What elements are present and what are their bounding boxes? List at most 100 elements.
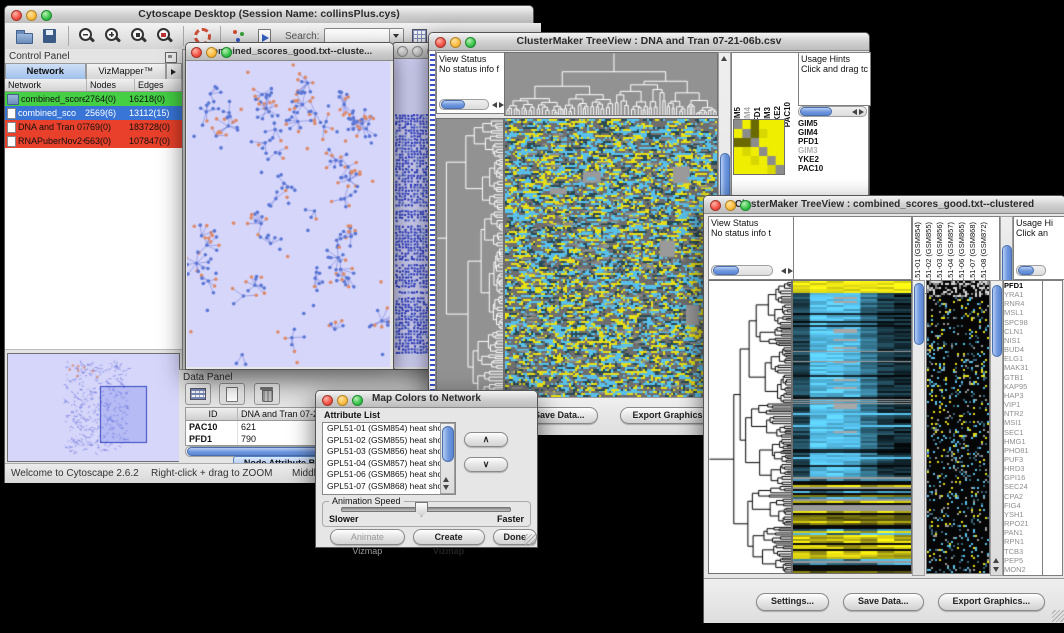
matrix-row-label[interactable]: GIM4 bbox=[798, 128, 843, 137]
window-controls[interactable] bbox=[191, 47, 232, 58]
gene-label[interactable]: HAP3 bbox=[1004, 391, 1042, 400]
close-icon[interactable] bbox=[397, 46, 408, 57]
row-dendrogram[interactable] bbox=[436, 118, 504, 398]
dialog-titlebar[interactable]: Map Colors to Network bbox=[316, 391, 537, 408]
attribute-list-item[interactable]: GPL51-01 (GSM854) heat shock 05 min bbox=[325, 423, 455, 435]
zoom-out-icon[interactable] bbox=[76, 26, 98, 46]
save-icon[interactable] bbox=[39, 26, 61, 46]
gene-label[interactable]: BUD4 bbox=[1004, 345, 1042, 354]
scroll-down-icon[interactable] bbox=[443, 485, 449, 490]
scroll-up-icon[interactable] bbox=[721, 56, 727, 61]
attribute-list-item[interactable]: GPL51-02 (GSM855) heat shock 10 min bbox=[325, 435, 455, 447]
delete-attribute-icon[interactable] bbox=[254, 383, 280, 405]
zoom-actual-icon[interactable] bbox=[128, 26, 150, 46]
gene-label[interactable]: RNR4 bbox=[1004, 299, 1042, 308]
gene-label[interactable]: PHO81 bbox=[1004, 446, 1042, 455]
heatmap-vscrollbar[interactable] bbox=[912, 280, 925, 576]
hscroll-thumb[interactable] bbox=[1018, 266, 1034, 275]
gene-label[interactable]: CLN1 bbox=[1004, 327, 1042, 336]
column-dendrogram[interactable] bbox=[504, 52, 718, 116]
usage-hscrollbar[interactable] bbox=[1016, 265, 1046, 276]
attribute-list-item[interactable]: GPL51-06 (GSM865) heat shock 40 min bbox=[325, 469, 455, 481]
gene-label[interactable]: PEP5 bbox=[1004, 556, 1042, 565]
window-controls[interactable] bbox=[11, 10, 52, 21]
gene-label[interactable]: CPA2 bbox=[1004, 492, 1042, 501]
network-row[interactable]: combined_scores 2764(0) 16218(0) bbox=[5, 92, 182, 106]
treeview2-titlebar[interactable]: ClusterMaker TreeView : combined_scores_… bbox=[704, 196, 1064, 214]
treeview2-button[interactable]: Settings... bbox=[756, 593, 829, 611]
minimize-icon[interactable] bbox=[206, 47, 217, 58]
gene-label[interactable]: NTR2 bbox=[1004, 409, 1042, 418]
scroll-up-icon[interactable] bbox=[993, 558, 999, 563]
gene-label[interactable]: SEC1 bbox=[1004, 428, 1042, 437]
close-icon[interactable] bbox=[11, 10, 22, 21]
gene-label[interactable]: PFD1 bbox=[1004, 281, 1042, 290]
gene-label[interactable]: VIP1 bbox=[1004, 400, 1042, 409]
minimize-icon[interactable] bbox=[337, 395, 348, 406]
network-canvas[interactable] bbox=[187, 61, 390, 367]
gene-label[interactable]: MSI1 bbox=[1004, 418, 1042, 427]
tab-network[interactable]: Network bbox=[5, 63, 86, 79]
network-row[interactable]: combined_sco 2569(6) 13112(15) bbox=[5, 106, 182, 120]
window-controls[interactable] bbox=[435, 37, 476, 48]
slider-thumb[interactable] bbox=[415, 502, 428, 517]
gene-label[interactable]: PAN1 bbox=[1004, 528, 1042, 537]
attribute-list-vscrollbar[interactable] bbox=[440, 423, 455, 494]
move-down-button[interactable]: ∨ bbox=[464, 457, 508, 472]
gene-label[interactable]: TCB3 bbox=[1004, 547, 1042, 556]
matrix-row-label[interactable]: GIM5 bbox=[798, 119, 843, 128]
usage-hscrollbar[interactable] bbox=[798, 106, 867, 117]
zoom-window-icon[interactable] bbox=[740, 200, 751, 211]
hscroll-thumb[interactable] bbox=[441, 100, 465, 109]
treeview2-button[interactable]: Save Data... bbox=[843, 593, 924, 611]
scroll-left-icon[interactable] bbox=[852, 109, 857, 115]
zoom-window-icon[interactable] bbox=[465, 37, 476, 48]
gene-label[interactable]: SEC24 bbox=[1004, 482, 1042, 491]
view-status-hscrollbar[interactable] bbox=[711, 265, 773, 276]
gene-label[interactable]: YSH1 bbox=[1004, 510, 1042, 519]
matrix-row-label[interactable]: PFD1 bbox=[798, 137, 843, 146]
minimize-icon[interactable] bbox=[26, 10, 37, 21]
gene-label[interactable]: NIS1 bbox=[1004, 336, 1042, 345]
heatmap-main[interactable] bbox=[504, 118, 718, 398]
row-dendrogram[interactable] bbox=[708, 280, 792, 574]
zoom-in-icon[interactable] bbox=[102, 26, 124, 46]
gene-label[interactable]: RPN1 bbox=[1004, 537, 1042, 546]
heatmap-secondary[interactable] bbox=[926, 280, 990, 574]
attribute-select-icon[interactable] bbox=[185, 383, 211, 405]
vscroll-thumb[interactable] bbox=[442, 426, 454, 462]
dialog-button[interactable]: Create Vizmap bbox=[413, 529, 485, 545]
scroll-up-icon[interactable] bbox=[443, 477, 449, 482]
column-dendrogram-area[interactable] bbox=[793, 216, 912, 280]
zoom-window-icon[interactable] bbox=[41, 10, 52, 21]
network-overview-thumbnail[interactable] bbox=[7, 353, 180, 462]
network-row[interactable]: DNA and Tran 07 769(0) 183728(0) bbox=[5, 120, 182, 134]
gene-label[interactable]: GPI16 bbox=[1004, 473, 1042, 482]
matrix-row-label[interactable]: PAC10 bbox=[798, 164, 843, 173]
genelist-vscrollbar[interactable] bbox=[990, 280, 1003, 576]
tab-overflow-arrow-icon[interactable] bbox=[166, 63, 182, 79]
tab-vizmapper[interactable]: VizMapper™ bbox=[86, 63, 167, 79]
gene-label[interactable]: FIG4 bbox=[1004, 501, 1042, 510]
minimize-icon[interactable] bbox=[412, 46, 423, 57]
float-panel-icon[interactable] bbox=[165, 52, 177, 63]
open-folder-icon[interactable] bbox=[13, 26, 35, 46]
hscroll-thumb[interactable] bbox=[800, 107, 832, 116]
zoom-window-icon[interactable] bbox=[221, 47, 232, 58]
gene-label[interactable]: MAK31 bbox=[1004, 363, 1042, 372]
treeview1-titlebar[interactable]: ClusterMaker TreeView : DNA and Tran 07-… bbox=[429, 33, 869, 51]
gene-label[interactable]: RPO21 bbox=[1004, 519, 1042, 528]
close-icon[interactable] bbox=[435, 37, 446, 48]
resize-grip[interactable] bbox=[524, 534, 536, 546]
network-row[interactable]: RNAPuberNov2+ 563(0) 107847(0) bbox=[5, 134, 182, 148]
gene-label[interactable]: KAP95 bbox=[1004, 382, 1042, 391]
scroll-left-icon[interactable] bbox=[781, 268, 786, 274]
gene-label[interactable]: MSL1 bbox=[1004, 308, 1042, 317]
minimize-icon[interactable] bbox=[450, 37, 461, 48]
treeview2-button[interactable]: Export Graphics... bbox=[938, 593, 1046, 611]
window-controls[interactable] bbox=[322, 395, 363, 406]
vscroll-thumb[interactable] bbox=[914, 283, 924, 345]
gene-label[interactable]: YRA1 bbox=[1004, 290, 1042, 299]
network-view-titlebar[interactable]: combined_scores_good.txt--cluste... bbox=[186, 43, 393, 61]
close-icon[interactable] bbox=[322, 395, 333, 406]
